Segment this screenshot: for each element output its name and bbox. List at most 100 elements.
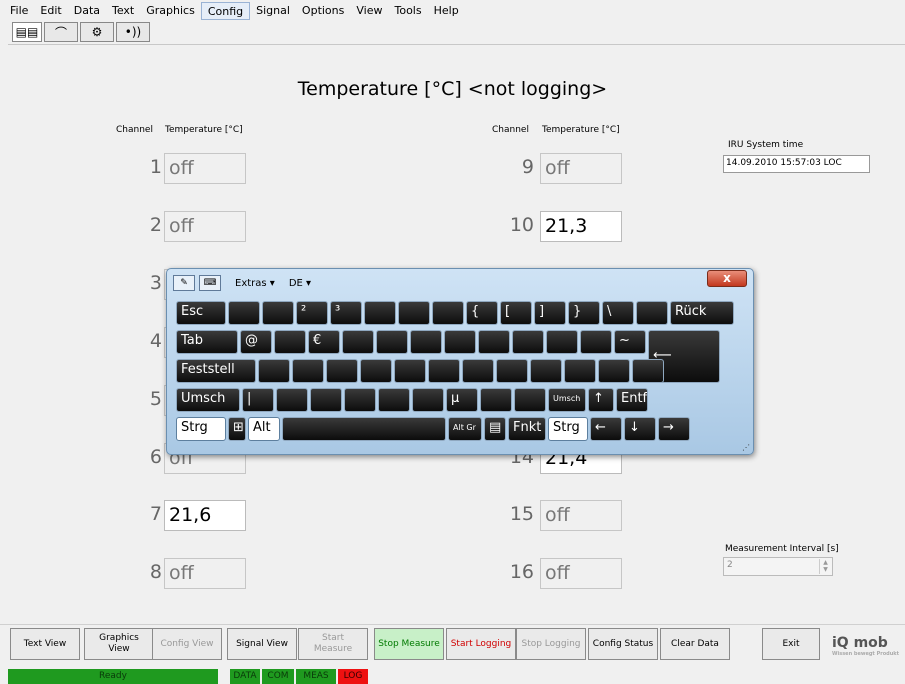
keyboard-key[interactable]: Alt Gr [448,417,482,441]
keyboard-key[interactable] [378,388,410,412]
menu-options[interactable]: Options [296,2,350,20]
keyboard-key[interactable] [496,359,528,383]
keyboard-key[interactable]: Fnkt [508,417,546,441]
config-view-button[interactable]: Config View [152,628,222,660]
keyboard-key[interactable] [342,330,374,354]
exit-button[interactable]: Exit [762,628,820,660]
stop-logging-button[interactable]: Stop Logging [516,628,586,660]
keyboard-key[interactable]: ↑ [588,388,614,412]
menu-config[interactable]: Config [200,2,251,20]
keyboard-key[interactable]: ³ [330,301,362,325]
signal-view-button[interactable]: •)) [116,22,150,42]
keyboard-key[interactable] [282,417,446,441]
keyboard-key[interactable] [410,330,442,354]
menu-data[interactable]: Data [68,2,106,20]
keyboard-key[interactable]: ← [590,417,622,441]
chart-view-button[interactable]: ⌒ [44,22,78,42]
keyboard-key[interactable]: Rück [670,301,734,325]
keyboard-key[interactable] [632,359,664,383]
spinner-arrows-icon[interactable]: ▲ ▼ [819,559,831,574]
keyboard-key[interactable] [412,388,444,412]
keyboard-key[interactable] [394,359,426,383]
keyboard-key[interactable]: µ [446,388,478,412]
menu-file[interactable]: File [4,2,34,20]
keyboard-key[interactable]: → [658,417,690,441]
keyboard-key[interactable]: Entf [616,388,648,412]
close-button[interactable]: x [707,270,747,287]
keyboard-key[interactable]: Esc [176,301,226,325]
keyboard-key[interactable]: [ [500,301,532,325]
keyboard-key[interactable]: ▤ [484,417,506,441]
on-screen-keyboard[interactable]: ✎ ⌨ Extras ▾ DE ▾ x ⋰ Esc ² ³ {[]} \ Rück Tab @… [166,268,754,455]
graphics-view-button[interactable]: Graphics View [84,628,154,660]
keyboard-key[interactable] [360,359,392,383]
menu-graphics[interactable]: Graphics [140,2,201,20]
keyboard-key[interactable]: \ [602,301,634,325]
table-view-button[interactable]: ▤▤ [12,22,42,42]
keyboard-key[interactable]: ⊞ [228,417,246,441]
clear-data-button[interactable]: Clear Data [660,628,730,660]
keyboard-key[interactable] [258,359,290,383]
keyboard-key[interactable]: Strg [548,417,588,441]
measurement-interval-spinner[interactable]: 2 ▲ ▼ [723,557,833,576]
keyboard-key[interactable] [428,359,460,383]
keyboard-key[interactable] [512,330,544,354]
keyboard-key[interactable]: | [242,388,274,412]
keyboard-key[interactable] [580,330,612,354]
config-status-button[interactable]: Config Status [588,628,658,660]
menu-signal[interactable]: Signal [250,2,296,20]
keyboard-key[interactable]: Tab [176,330,238,354]
keyboard-key[interactable]: Feststell [176,359,256,383]
handwriting-icon[interactable]: ✎ [173,275,195,291]
network-view-button[interactable]: ⚙ [80,22,114,42]
keyboard-key[interactable] [344,388,376,412]
keyboard-key[interactable] [462,359,494,383]
text-view-button[interactable]: Text View [10,628,80,660]
keyboard-key[interactable]: Strg [176,417,226,441]
keyboard-key[interactable]: € [308,330,340,354]
resize-grip-icon[interactable]: ⋰ [742,443,750,452]
keyboard-icon[interactable]: ⌨ [199,275,221,291]
keyboard-key[interactable] [564,359,596,383]
keyboard-key[interactable] [376,330,408,354]
keyboard-key[interactable]: } [568,301,600,325]
keyboard-key[interactable] [480,388,512,412]
stop-measure-button[interactable]: Stop Measure [374,628,444,660]
menu-view[interactable]: View [350,2,388,20]
keyboard-key[interactable]: Umsch [176,388,240,412]
keyboard-key[interactable]: { [466,301,498,325]
keyboard-key[interactable] [292,359,324,383]
keyboard-key[interactable]: ~ [614,330,646,354]
menu-tools[interactable]: Tools [388,2,427,20]
keyboard-key[interactable]: @ [240,330,272,354]
keyboard-key[interactable]: Alt [248,417,280,441]
keyboard-key[interactable] [444,330,476,354]
keyboard-key[interactable]: ↓ [624,417,656,441]
keyboard-key[interactable]: ] [534,301,566,325]
keyboard-language-menu[interactable]: DE ▾ [289,278,311,289]
keyboard-key[interactable]: ² [296,301,328,325]
keyboard-extras-menu[interactable]: Extras ▾ [235,278,275,289]
keyboard-key[interactable] [310,388,342,412]
signal-view-button[interactable]: Signal View [227,628,297,660]
keyboard-key[interactable] [228,301,260,325]
start-logging-button[interactable]: Start Logging [446,628,516,660]
keyboard-key[interactable] [636,301,668,325]
keyboard-key[interactable] [432,301,464,325]
keyboard-key[interactable] [478,330,510,354]
keyboard-key[interactable] [326,359,358,383]
menu-text[interactable]: Text [106,2,140,20]
keyboard-key[interactable] [276,388,308,412]
keyboard-key[interactable] [530,359,562,383]
menu-edit[interactable]: Edit [34,2,67,20]
keyboard-key[interactable] [274,330,306,354]
keyboard-key[interactable] [514,388,546,412]
keyboard-key[interactable] [398,301,430,325]
keyboard-key[interactable] [364,301,396,325]
keyboard-key[interactable]: Umsch [548,388,586,412]
start-measure-button[interactable]: Start Measure [298,628,368,660]
keyboard-key[interactable] [546,330,578,354]
menu-help[interactable]: Help [428,2,465,20]
keyboard-key[interactable] [262,301,294,325]
keyboard-key[interactable] [598,359,630,383]
